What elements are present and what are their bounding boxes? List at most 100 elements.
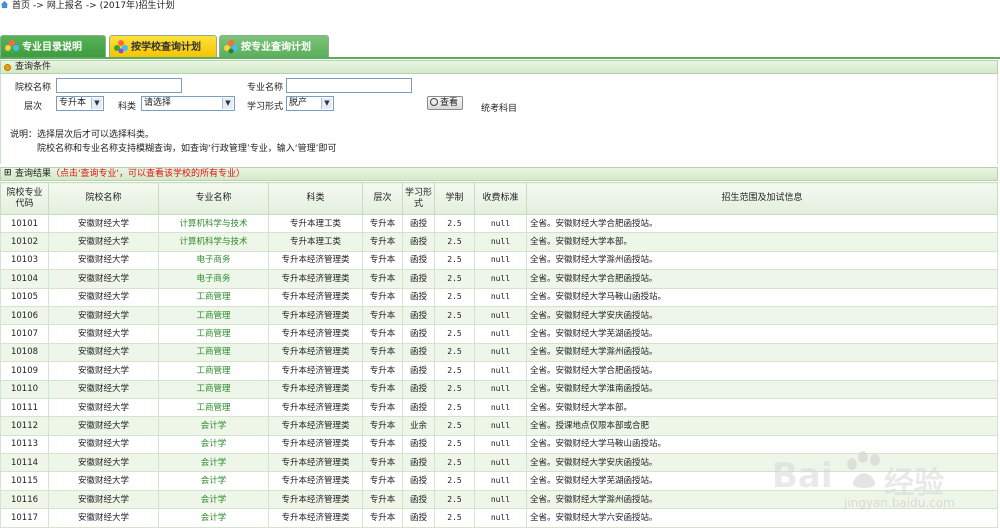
cell-major[interactable]: 计算机科学与技术	[158, 213, 269, 234]
cell-duration: 2.5	[434, 379, 475, 399]
level-select[interactable]: 专升本 ▼	[56, 96, 104, 111]
cell-study-form: 函授	[402, 471, 435, 491]
query-button[interactable]: 查看	[427, 96, 464, 110]
cell-scope-info: 全省。安徽财经大学安庆函授站。	[526, 453, 998, 473]
cell-fee: null	[474, 453, 527, 473]
study-form-label: 学习形式	[247, 102, 284, 112]
cell-category: 专升本经济管理类	[268, 379, 363, 399]
cell-fee: null	[474, 269, 527, 289]
cell-major[interactable]: 电子商务	[158, 250, 269, 271]
cell-level: 专升本	[362, 213, 403, 234]
cell-level: 专升本	[362, 453, 403, 473]
cell-scope-info: 全省。安徽财经大学芜湖函授站。	[526, 471, 998, 491]
cell-major[interactable]: 工商管理	[158, 287, 269, 307]
category-select[interactable]: 请选择 ▼	[141, 96, 235, 111]
cell-code: 10107	[0, 324, 49, 344]
cell-major[interactable]: 工商管理	[158, 379, 269, 399]
cell-study-form: 函授	[402, 213, 435, 234]
cell-level: 专升本	[362, 287, 403, 307]
table-row: 10113 安徽财经大学 会计学 专升本经济管理类 专升本 函授 2.5 null 全省。安徽财…	[0, 434, 998, 455]
cell-scope-info: 全省。安徽财经大学马鞍山函授站。	[526, 287, 998, 307]
study-form-select[interactable]: 脱产 ▼	[286, 96, 334, 111]
cell-school: 安徽财经大学	[48, 269, 159, 289]
cell-study-form: 函授	[402, 434, 435, 455]
cell-major[interactable]: 工商管理	[158, 324, 269, 344]
cell-major[interactable]: 会计学	[158, 508, 269, 528]
cell-level: 专升本	[362, 508, 403, 528]
cell-code: 10105	[0, 287, 49, 307]
cell-category: 专升本经济管理类	[268, 361, 363, 381]
cell-category: 专升本经济管理类	[268, 397, 363, 418]
tab-query-by-major[interactable]: 按专业查询计划	[219, 35, 329, 58]
cell-level: 专升本	[362, 324, 403, 344]
school-name-input[interactable]	[56, 78, 182, 93]
cell-duration: 2.5	[434, 324, 475, 344]
breadcrumb-signup[interactable]: 网上报名	[47, 1, 83, 11]
cell-level: 专升本	[362, 434, 403, 455]
cell-study-form: 函授	[402, 324, 435, 344]
cell-scope-info: 全省。安徽财经大学马鞍山函授站。	[526, 434, 998, 455]
results-section-header: ⊞ 查询结果（点击'查询专业'，可以查看该学校的所有专业）	[0, 167, 998, 181]
tab-catalog-description[interactable]: 专业目录说明	[0, 35, 106, 58]
cell-study-form: 函授	[402, 397, 435, 418]
tab-query-by-school[interactable]: 按学校查询计划	[109, 35, 217, 58]
cell-major[interactable]: 工商管理	[158, 361, 269, 381]
table-row: 10109 安徽财经大学 工商管理 专升本经济管理类 专升本 函授 2.5 null 全省。安徽…	[0, 361, 998, 381]
cell-code: 10115	[0, 471, 49, 491]
breadcrumb-home[interactable]: 首页	[12, 1, 30, 11]
cell-major[interactable]: 工商管理	[158, 342, 269, 363]
cell-major[interactable]: 会计学	[158, 471, 269, 491]
level-label: 层次	[24, 102, 43, 112]
cell-duration: 2.5	[434, 305, 475, 326]
note-line-2: 院校名称和专业名称支持模糊查询，如查询‘行政管理’专业，输入‘管理’即可	[37, 144, 337, 154]
cell-category: 专升本经济管理类	[268, 287, 363, 307]
cell-code: 10112	[0, 416, 49, 436]
cell-level: 专升本	[362, 232, 403, 252]
cell-major[interactable]: 计算机科学与技术	[158, 232, 269, 252]
cell-study-form: 函授	[402, 361, 435, 381]
cell-category: 专升本经济管理类	[268, 471, 363, 491]
results-table: 院校专业代码 院校名称 专业名称 科类 层次 学习形式 学制 收费标准 招生范围…	[0, 182, 998, 528]
cell-major[interactable]: 工商管理	[158, 397, 269, 418]
cell-fee: null	[474, 342, 527, 363]
cell-scope-info: 全省。安徽财经大学合肥函授站。	[526, 269, 998, 289]
cell-code: 10106	[0, 305, 49, 326]
cell-code: 10109	[0, 361, 49, 381]
cell-duration: 2.5	[434, 471, 475, 491]
cell-major[interactable]: 电子商务	[158, 269, 269, 289]
col-duration: 学制	[434, 182, 475, 215]
cell-fee: null	[474, 232, 527, 252]
cell-duration: 2.5	[434, 416, 475, 436]
cell-category: 专升本经济管理类	[268, 342, 363, 363]
cell-fee: null	[474, 434, 527, 455]
cell-fee: null	[474, 324, 527, 344]
cell-major[interactable]: 会计学	[158, 489, 269, 510]
cell-code: 10108	[0, 342, 49, 363]
chevron-down-icon: ▼	[91, 98, 102, 109]
col-scope-info: 招生范围及加试信息	[526, 182, 998, 215]
cell-school: 安徽财经大学	[48, 324, 159, 344]
cell-major[interactable]: 工商管理	[158, 305, 269, 326]
cell-study-form: 函授	[402, 342, 435, 363]
cell-major[interactable]: 会计学	[158, 416, 269, 436]
cell-level: 专升本	[362, 361, 403, 381]
col-category: 科类	[268, 182, 363, 215]
major-name-input[interactable]	[286, 78, 412, 93]
flower-icon	[114, 40, 128, 54]
table-row: 10105 安徽财经大学 工商管理 专升本经济管理类 专升本 函授 2.5 null 全省。安徽…	[0, 287, 998, 307]
cell-major[interactable]: 会计学	[158, 434, 269, 455]
category-label: 科类	[118, 102, 137, 112]
cell-scope-info: 全省。安徽财经大学滁州函授站。	[526, 250, 998, 271]
cell-duration: 2.5	[434, 232, 475, 252]
expand-icon[interactable]: ⊞	[4, 169, 13, 178]
cell-category: 专升本经济管理类	[268, 324, 363, 344]
cell-major[interactable]: 会计学	[158, 453, 269, 473]
cell-fee: null	[474, 416, 527, 436]
cell-scope-info: 全省。安徽财经大学滁州函授站。	[526, 342, 998, 363]
table-row: 10111 安徽财经大学 工商管理 专升本经济管理类 专升本 函授 2.5 null 全省。安徽…	[0, 397, 998, 418]
cell-scope-info: 全省。授课地点仅限本部或合肥	[526, 416, 998, 436]
results-hint: （点击'查询专业'，可以查看该学校的所有专业）	[51, 169, 245, 179]
cell-school: 安徽财经大学	[48, 232, 159, 252]
cell-code: 10114	[0, 453, 49, 473]
query-section-header: 查询条件	[0, 60, 998, 74]
